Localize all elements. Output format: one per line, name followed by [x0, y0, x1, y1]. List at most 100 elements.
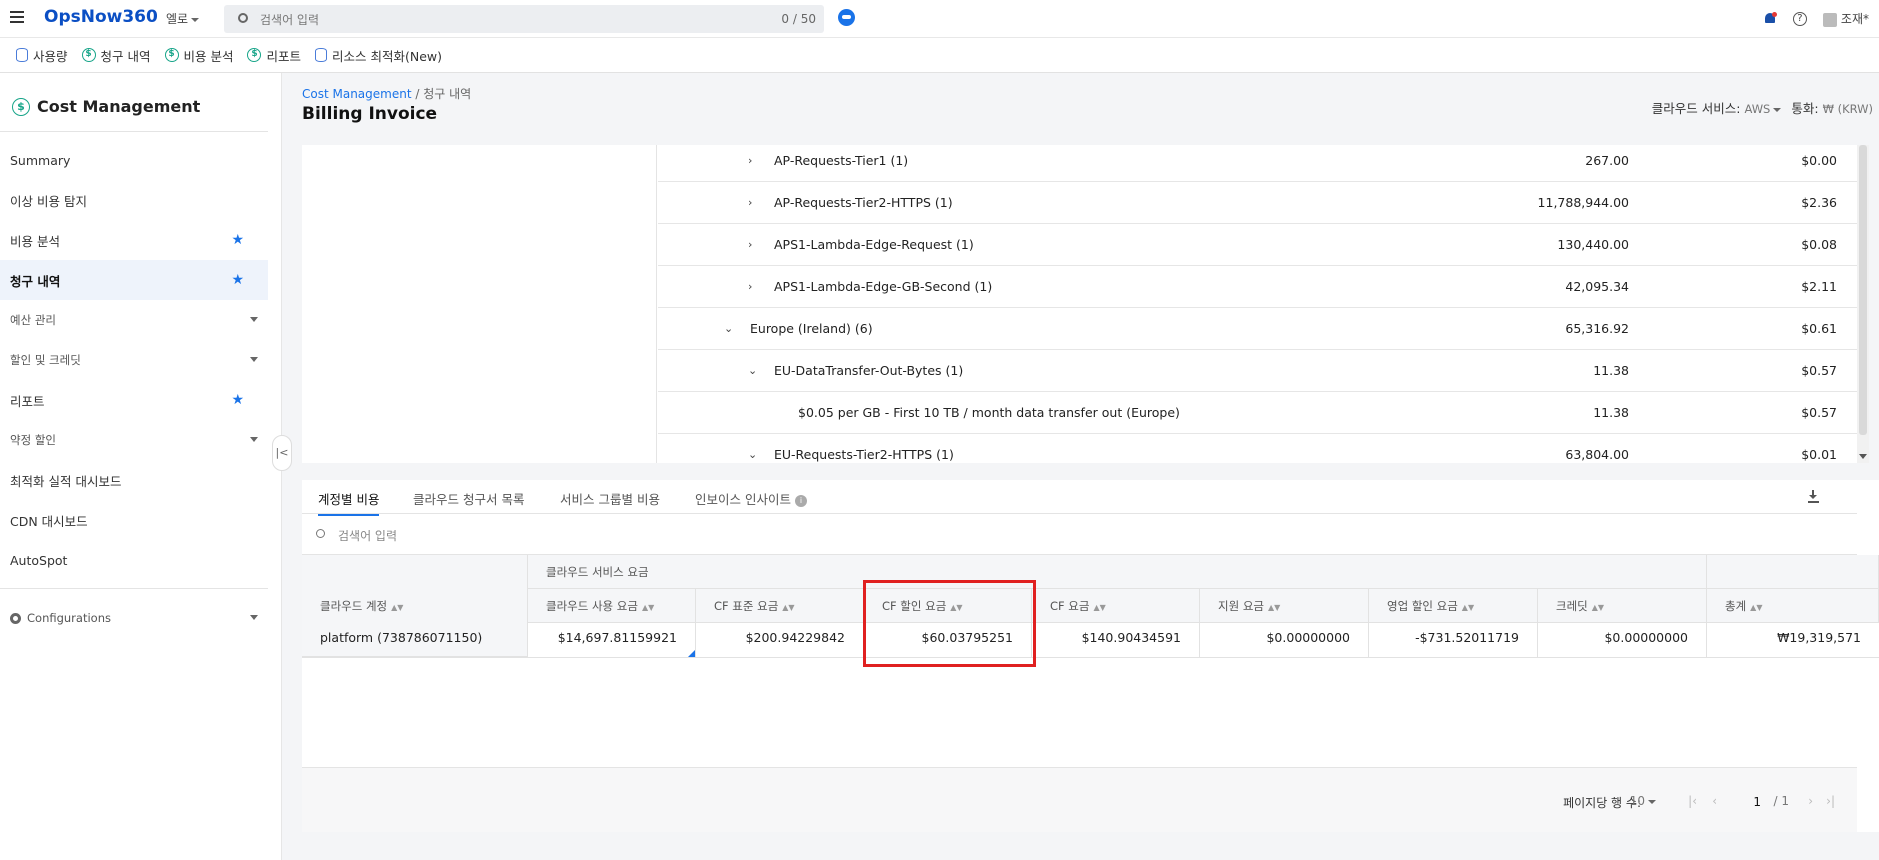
subnav-usage[interactable]: 사용량 — [16, 46, 68, 65]
star-icon[interactable]: ★ — [231, 272, 244, 288]
chevron-down-icon — [250, 437, 258, 442]
dollar-icon: $ — [247, 48, 262, 62]
sidebar-item-billing[interactable]: 청구 내역 ★ — [0, 260, 268, 300]
sidebar-item-label: CDN 대시보드 — [10, 513, 88, 529]
sort-icon[interactable]: ▲▼ — [782, 603, 794, 612]
prev-page-icon[interactable]: ‹ — [1712, 794, 1717, 808]
tab-cloud-invoice-list[interactable]: 클라우드 청구서 목록 — [413, 489, 524, 508]
page-header: Cost Management / 청구 내역 Billing Invoice … — [282, 73, 1879, 145]
tree-row-cost: $0.01 — [1801, 447, 1837, 462]
sort-icon[interactable]: ▲▼ — [642, 603, 654, 612]
chevron-right-icon[interactable]: › — [748, 280, 752, 293]
subnav-label: 비용 분석 — [183, 48, 234, 64]
tab-label: 인보이스 인사이트 — [695, 492, 791, 507]
cell-credit: $0.00000000 — [1538, 617, 1707, 658]
cloud-service-value: AWS — [1744, 102, 1771, 116]
notification-bell-icon[interactable] — [1763, 11, 1777, 26]
logo[interactable]: OpsNow360 — [44, 7, 158, 27]
chevron-down-icon[interactable]: ⌄ — [748, 448, 757, 461]
global-search-input[interactable]: 검색어 입력 0 / 50 — [224, 5, 824, 33]
search-icon — [316, 529, 325, 538]
tree-row[interactable]: › AP-Requests-Tier2-HTTPS (1) 11,788,944… — [658, 182, 1857, 224]
tree-row-qty: 65,316.92 — [1565, 321, 1629, 336]
table-search-placeholder: 검색어 입력 — [338, 529, 398, 543]
sort-icon[interactable]: ▲▼ — [1750, 603, 1762, 612]
hamburger-menu-icon[interactable] — [10, 11, 24, 23]
tab-service-group-cost[interactable]: 서비스 그룹별 비용 — [560, 489, 660, 508]
col-header-label: 크레딧 — [1556, 599, 1588, 613]
ai-assistant-icon[interactable] — [838, 9, 855, 26]
subnav-cost-analysis[interactable]: $ 비용 분석 — [164, 46, 234, 65]
sidebar-item-anomaly[interactable]: 이상 비용 탐지 — [0, 180, 268, 220]
tab-invoice-insight[interactable]: 인보이스 인사이트 i — [695, 489, 807, 508]
info-icon[interactable]: i — [794, 494, 807, 507]
sidebar-item-cdn-dashboard[interactable]: CDN 대시보드 — [0, 500, 268, 540]
chevron-right-icon[interactable]: › — [748, 196, 752, 209]
tab-bar: 계정별 비용 클라우드 청구서 목록 서비스 그룹별 비용 인보이스 인사이트 i — [302, 480, 1857, 516]
chevron-down-icon[interactable]: ⌄ — [748, 364, 757, 377]
user-avatar-icon — [1822, 12, 1837, 27]
subnav-label: 청구 내역 — [100, 48, 151, 64]
sort-icon[interactable]: ▲▼ — [1268, 603, 1280, 612]
database-icon — [16, 48, 28, 62]
tree-row-label: APS1-Lambda-Edge-GB-Second (1) — [774, 279, 993, 294]
sidebar-item-configurations[interactable]: Configurations — [0, 598, 268, 638]
help-icon[interactable]: ? — [1792, 11, 1807, 26]
tree-row[interactable]: › APS1-Lambda-Edge-GB-Second (1) 42,095.… — [658, 266, 1857, 308]
cloud-service-select[interactable]: AWS — [1744, 101, 1787, 116]
org-selector[interactable]: 엘로 — [166, 10, 205, 27]
download-icon[interactable] — [1808, 490, 1819, 503]
tab-account-cost[interactable]: 계정별 비용 — [318, 489, 380, 516]
tree-scrollbar[interactable] — [1857, 145, 1869, 463]
chevron-right-icon[interactable]: › — [748, 154, 752, 167]
sidebar-item-commitment[interactable]: 약정 할인 — [0, 420, 268, 460]
breadcrumb-link[interactable]: Cost Management — [302, 87, 412, 101]
sidebar-item-summary[interactable]: Summary — [0, 140, 268, 180]
table-search-input[interactable]: 검색어 입력 — [302, 515, 1857, 555]
cell-usage: $14,697.81159921 — [528, 617, 696, 658]
subnav-billing[interactable]: $ 청구 내역 — [81, 46, 151, 65]
tree-row[interactable]: ⌄ EU-Requests-Tier2-HTTPS (1) 63,804.00 … — [658, 434, 1857, 463]
sidebar-item-cost-analysis[interactable]: 비용 분석 ★ — [0, 220, 268, 260]
user-menu[interactable]: 조재* — [1822, 10, 1869, 27]
tree-row[interactable]: › APS1-Lambda-Edge-Request (1) 130,440.0… — [658, 224, 1857, 266]
subnav-resource-optimization[interactable]: 리소스 최적화(New) — [315, 46, 442, 65]
sort-icon[interactable]: ▲▼ — [1093, 603, 1105, 612]
sidebar-item-label: 할인 및 크레딧 — [10, 353, 81, 367]
sidebar-title: $ Cost Management — [12, 97, 200, 116]
sidebar-item-label: 청구 내역 — [10, 273, 61, 289]
scrollbar-thumb[interactable] — [1859, 145, 1867, 435]
search-placeholder: 검색어 입력 — [260, 13, 320, 27]
star-icon[interactable]: ★ — [231, 392, 244, 408]
tree-row[interactable]: › AP-Requests-Tier1 (1) 267.00 $0.00 — [658, 145, 1857, 182]
sidebar-item-budget[interactable]: 예산 관리 — [0, 300, 268, 340]
subnav-report[interactable]: $ 리포트 — [247, 46, 301, 65]
sidebar-item-optimization-dashboard[interactable]: 최적화 실적 대시보드 — [0, 460, 268, 500]
next-page-icon[interactable]: › — [1808, 794, 1813, 808]
tree-row[interactable]: $0.05 per GB - First 10 TB / month data … — [658, 392, 1857, 434]
cell-cf-fee: $140.90434591 — [1032, 617, 1200, 658]
chevron-down-icon[interactable]: ⌄ — [724, 322, 733, 335]
last-page-icon[interactable]: ›| — [1826, 794, 1835, 808]
sort-icon[interactable]: ▲▼ — [1462, 603, 1474, 612]
col-header-label: 클라우드 사용 요금 — [546, 599, 638, 613]
current-page[interactable]: 1 — [1753, 795, 1761, 809]
tree-row[interactable]: ⌄ Europe (Ireland) (6) 65,316.92 $0.61 — [658, 308, 1857, 350]
rows-per-page-select[interactable]: 10 — [1630, 794, 1662, 808]
sidebar-item-discount-credit[interactable]: 할인 및 크레딧 — [0, 340, 268, 380]
cell-support: $0.00000000 — [1200, 617, 1369, 658]
sidebar-collapse-button[interactable]: |< — [272, 435, 292, 471]
tree-row[interactable]: ⌄ EU-DataTransfer-Out-Bytes (1) 11.38 $0… — [658, 350, 1857, 392]
sidebar-item-report[interactable]: 리포트 ★ — [0, 380, 268, 420]
chevron-right-icon[interactable]: › — [748, 238, 752, 251]
sort-icon[interactable]: ▲▼ — [391, 603, 403, 612]
sidebar-item-autospot[interactable]: AutoSpot — [0, 540, 268, 580]
sidebar-item-label: Summary — [10, 152, 71, 168]
sidebar-item-label: 최적화 실적 대시보드 — [10, 473, 122, 489]
rows-per-page-value: 10 — [1629, 794, 1645, 808]
sort-icon[interactable]: ▲▼ — [1592, 603, 1604, 612]
first-page-icon[interactable]: |‹ — [1688, 794, 1697, 808]
star-icon[interactable]: ★ — [231, 232, 244, 248]
header-filters: 클라우드 서비스: AWS 통화: ₩ (KRW) — [1652, 98, 1873, 117]
scroll-down-icon[interactable] — [1859, 454, 1867, 459]
